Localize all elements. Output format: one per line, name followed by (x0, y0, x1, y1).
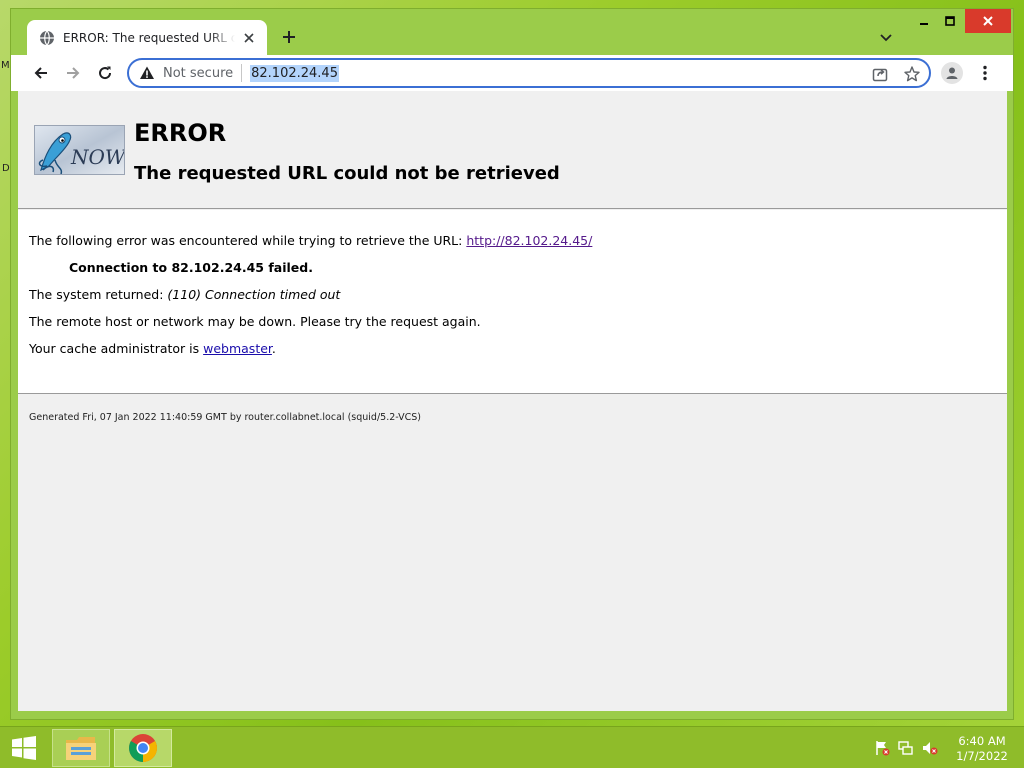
error-url-line: The following error was encountered whil… (29, 232, 1007, 259)
requested-url-link[interactable]: http://82.102.24.45/ (466, 233, 592, 248)
clock-time: 6:40 AM (958, 734, 1006, 748)
system-returned-prefix: The system returned: (29, 287, 168, 302)
window-close-button[interactable] (965, 9, 1011, 33)
arrow-left-icon (34, 67, 47, 79)
new-tab-button[interactable] (277, 25, 301, 49)
cache-admin-prefix: Your cache administrator is (29, 341, 204, 356)
error-header: NOW ERROR The requested URL could not be… (18, 91, 1007, 209)
tab-search-button[interactable] (875, 27, 897, 49)
cache-admin-suffix: . (271, 341, 276, 356)
page-subtitle: The requested URL could not be retrieved (134, 163, 560, 184)
kebab-icon (983, 65, 987, 81)
volume-muted-icon[interactable] (922, 740, 938, 756)
connection-failed-message: Connection to 82.102.24.45 failed. (69, 260, 313, 275)
title-bar: ERROR: The requested URL could not be re… (11, 9, 1013, 55)
cache-admin-line: Your cache administrator is webmaster. (29, 340, 1007, 367)
plus-icon (283, 31, 295, 43)
browser-toolbar: Not secure 82.102.24.45 (11, 55, 1013, 91)
flag-icon[interactable] (874, 740, 890, 756)
reload-icon (99, 66, 112, 80)
browser-window: ERROR: The requested URL could not be re… (10, 8, 1014, 720)
close-icon[interactable] (241, 30, 257, 46)
person-icon (946, 67, 958, 79)
maximize-button[interactable] (937, 9, 963, 33)
share-icon[interactable] (871, 65, 889, 83)
network-icon[interactable] (898, 740, 914, 756)
remote-host-message: The remote host or network may be down. … (29, 314, 481, 329)
globe-icon (40, 30, 54, 45)
maximize-icon (945, 16, 955, 26)
clock-date: 1/7/2022 (956, 749, 1008, 763)
desktop-icon-label-fragment: D (2, 163, 10, 174)
system-clock[interactable]: 6:40 AM 1/7/2022 (950, 734, 1014, 764)
address-bar[interactable]: Not secure 82.102.24.45 (127, 58, 931, 88)
browser-tab[interactable]: ERROR: The requested URL could not be re… (27, 20, 267, 55)
browser-menu-button[interactable] (977, 62, 993, 84)
generated-footer: Generated Fri, 07 Jan 2022 11:40:59 GMT … (29, 412, 421, 423)
file-explorer-icon (66, 737, 96, 760)
star-icon[interactable] (903, 65, 921, 83)
error-url-prefix: The following error was encountered whil… (29, 233, 467, 248)
arrow-right-icon (67, 67, 80, 79)
minimize-button[interactable] (911, 9, 937, 33)
warning-icon[interactable] (139, 65, 155, 81)
reload-button[interactable] (93, 61, 117, 85)
desktop-icon-label-fragment: M (1, 60, 10, 71)
taskbar: 6:40 AM 1/7/2022 (0, 726, 1024, 768)
close-icon (983, 16, 993, 26)
page-title: ERROR (134, 119, 227, 147)
page-content: NOW ERROR The requested URL could not be… (18, 91, 1007, 711)
taskbar-chrome[interactable] (114, 729, 172, 767)
system-returned-line: The system returned: (110) Connection ti… (29, 286, 1007, 313)
minimize-icon (920, 23, 928, 25)
webmaster-link[interactable]: webmaster (203, 341, 272, 356)
error-details: The following error was encountered whil… (18, 210, 1007, 394)
url-input[interactable]: 82.102.24.45 (250, 64, 339, 82)
profile-button[interactable] (941, 62, 963, 84)
logo-text: NOW (70, 145, 125, 169)
start-button[interactable] (0, 727, 48, 768)
security-status-label[interactable]: Not secure (163, 66, 233, 81)
forward-button[interactable] (61, 61, 85, 85)
taskbar-file-explorer[interactable] (52, 729, 110, 767)
chevron-down-icon (880, 34, 892, 42)
tab-title: ERROR: The requested URL could not be re… (63, 30, 235, 45)
back-button[interactable] (29, 61, 53, 85)
omnibox-separator (241, 64, 243, 82)
system-error-code: (110) Connection timed out (167, 287, 341, 302)
chrome-icon (129, 734, 157, 762)
windows-logo-icon (12, 736, 36, 760)
squid-logo: NOW (34, 125, 125, 175)
